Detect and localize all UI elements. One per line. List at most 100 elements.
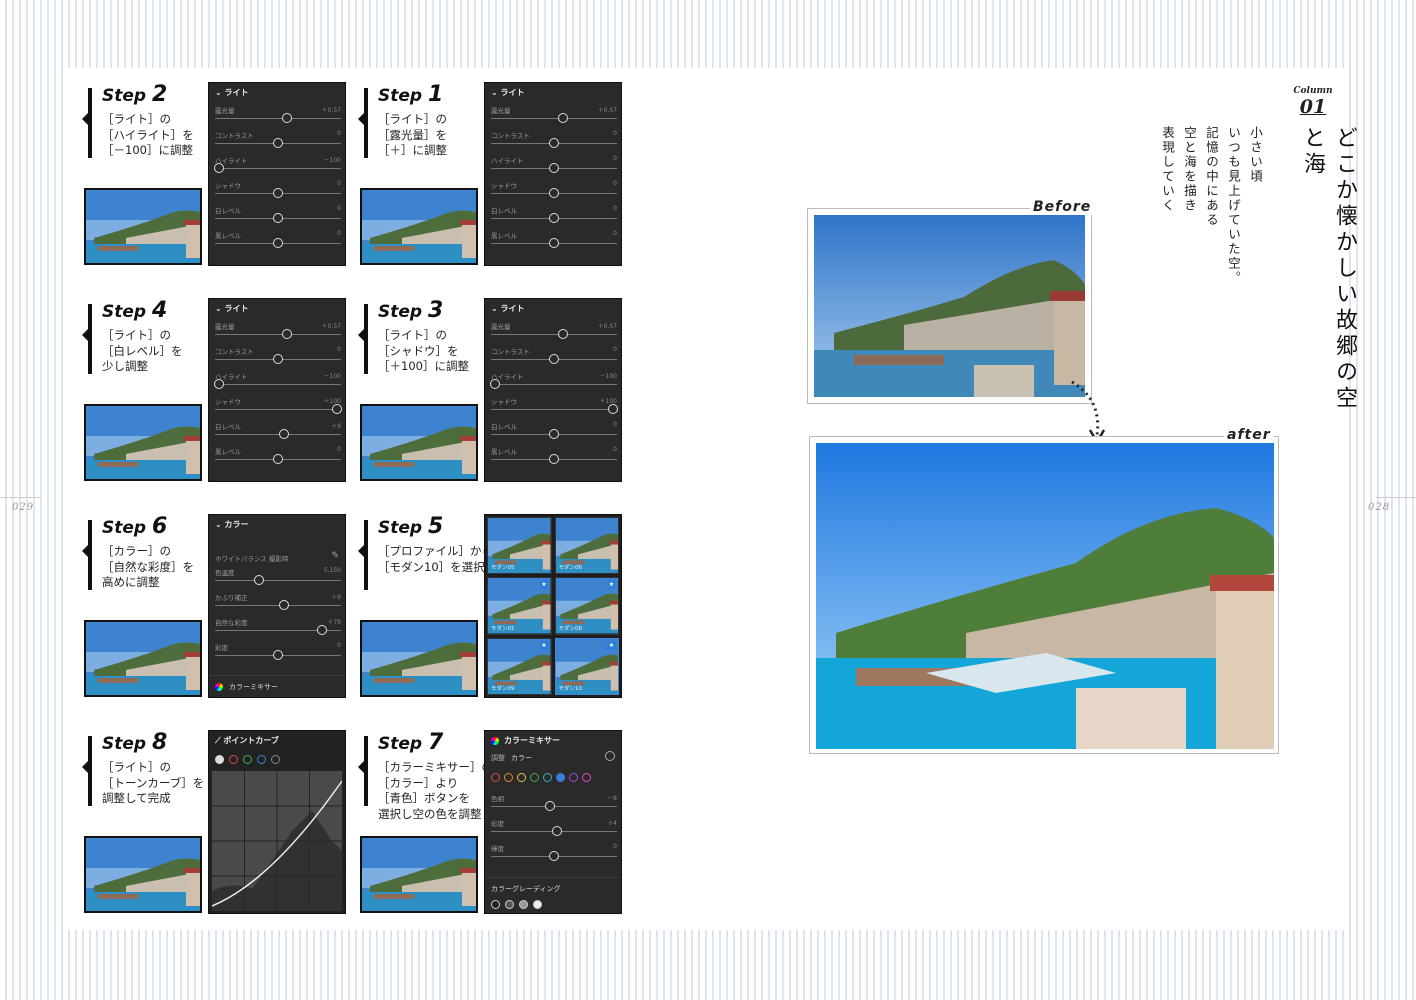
slider-knob[interactable] <box>273 138 283 148</box>
adjust-mode-select[interactable]: カラー <box>511 754 532 762</box>
slider-label: 色相 <box>491 795 504 803</box>
color-mixer-section[interactable]: カラーミキサー <box>209 675 345 697</box>
step-title: Step 6 <box>102 514 167 539</box>
slider-knob[interactable] <box>273 213 283 223</box>
slider-knob[interactable] <box>254 575 265 585</box>
slider-knob[interactable] <box>549 454 559 464</box>
slider-label: 露光量 <box>491 323 511 331</box>
slider-knob[interactable] <box>549 851 559 861</box>
slider-knob[interactable] <box>279 429 290 439</box>
favorite-star-icon[interactable]: ★ <box>607 580 616 590</box>
step-number: 8 <box>152 730 168 755</box>
slider-knob[interactable] <box>273 454 283 464</box>
slider-knob[interactable] <box>549 138 559 148</box>
panel-header[interactable]: ⌄ ライト <box>491 87 525 98</box>
slider-knob[interactable] <box>549 188 559 198</box>
channel-dot-button[interactable] <box>271 755 280 764</box>
slider-track[interactable] <box>215 409 341 410</box>
slider-value: ＋79 <box>327 619 341 626</box>
eyedropper-icon[interactable]: ✎ <box>331 551 339 561</box>
panel-header[interactable]: ⌄ ライト <box>491 303 525 314</box>
color-target-button[interactable] <box>517 773 526 782</box>
channel-dot-button[interactable] <box>243 755 252 764</box>
color-target-button[interactable] <box>543 773 552 782</box>
slider-row: 黒レベル 0 <box>491 230 617 254</box>
color-target-button[interactable] <box>569 773 578 782</box>
slider-value: ＋4 <box>607 820 617 827</box>
slider-knob[interactable] <box>549 163 559 173</box>
slider-track[interactable] <box>491 334 617 335</box>
slider-knob[interactable] <box>608 404 619 414</box>
color-grading-section[interactable]: カラーグレーディング <box>485 877 621 913</box>
slider-knob[interactable] <box>332 404 343 414</box>
favorite-star-icon[interactable]: ★ <box>539 580 549 590</box>
slider-knob[interactable] <box>273 238 283 248</box>
channel-dot-button[interactable] <box>257 755 266 764</box>
white-balance-select[interactable]: ホワイトバランス 撮影時 <box>215 553 288 563</box>
slider-row: シャドウ 0 <box>215 180 341 204</box>
slider-knob[interactable] <box>551 826 562 836</box>
slider-knob[interactable] <box>549 354 559 364</box>
color-target-button[interactable] <box>504 773 513 782</box>
profile-tile[interactable]: ★ モダン09 <box>487 637 552 695</box>
profile-tile[interactable]: ★ モダン01 <box>487 577 552 635</box>
slider-knob[interactable] <box>549 238 559 248</box>
slider-row: ハイライト 0 <box>491 155 617 179</box>
slider-knob[interactable] <box>489 379 500 389</box>
grading-mode-button[interactable] <box>533 900 542 909</box>
channel-dot-button[interactable] <box>229 755 238 764</box>
slider-knob[interactable] <box>545 801 556 811</box>
color-target-button[interactable] <box>530 773 539 782</box>
grading-mode-button[interactable] <box>491 900 500 909</box>
panel-header[interactable]: ⌄ ライト <box>215 303 249 314</box>
slider-knob[interactable] <box>557 113 568 123</box>
slider-knob[interactable] <box>273 188 283 198</box>
profile-name: モダン08 <box>558 625 583 632</box>
profile-name: モダン01 <box>491 625 515 632</box>
slider-knob[interactable] <box>549 213 559 223</box>
favorite-star-icon[interactable]: ★ <box>539 640 549 650</box>
slider-knob[interactable] <box>281 329 292 339</box>
slider-knob[interactable] <box>279 600 290 610</box>
slider-knob[interactable] <box>317 625 328 635</box>
slider-track[interactable] <box>215 580 341 581</box>
slider-knob[interactable] <box>557 329 568 339</box>
panel-header[interactable]: カラーミキサー <box>491 735 560 746</box>
slider-knob[interactable] <box>273 650 283 660</box>
slider-track[interactable] <box>491 384 617 385</box>
slider-track[interactable] <box>215 434 341 435</box>
favorite-star-icon[interactable]: ★ <box>607 640 616 650</box>
step-word: Step <box>378 302 423 322</box>
panel-header[interactable]: ⌄ カラー <box>215 519 249 530</box>
color-target-button[interactable] <box>582 773 591 782</box>
slider-track[interactable] <box>215 118 341 119</box>
slider-knob[interactable] <box>273 354 283 364</box>
color-target-button[interactable] <box>556 773 565 782</box>
slider-knob[interactable] <box>213 163 224 173</box>
slider-track[interactable] <box>215 168 341 169</box>
slider-track[interactable] <box>215 334 341 335</box>
profile-tile[interactable]: ★ モダン08 <box>554 577 619 635</box>
slider-knob[interactable] <box>213 379 224 389</box>
color-target-button[interactable] <box>491 773 500 782</box>
channel-dot-button[interactable] <box>215 755 224 764</box>
profile-tile[interactable]: モダン05 <box>487 517 552 575</box>
slider-knob[interactable] <box>281 113 292 123</box>
step-description: ［ライト］の ［シャドウ］を ［＋100］に調整 <box>378 328 469 373</box>
step-pointer <box>82 112 89 126</box>
slider-track[interactable] <box>215 384 341 385</box>
slider-track[interactable] <box>491 409 617 410</box>
reset-icon[interactable] <box>605 751 615 761</box>
slider-row: コントラスト 0 <box>215 346 341 370</box>
panel-header[interactable]: ⌄ ライト <box>215 87 249 98</box>
panel-header[interactable]: ⟋ ポイントカーブ <box>215 735 279 746</box>
profile-tile[interactable]: ★ モダン10 <box>554 637 619 695</box>
slider-track[interactable] <box>491 118 617 119</box>
profile-tile[interactable]: モダン06 <box>554 517 619 575</box>
grading-mode-button[interactable] <box>505 900 514 909</box>
slider-label: 黒レベル <box>215 232 241 240</box>
slider-track[interactable] <box>215 605 341 606</box>
grading-mode-button[interactable] <box>519 900 528 909</box>
tone-curve-graph[interactable] <box>212 771 342 911</box>
slider-knob[interactable] <box>549 429 559 439</box>
